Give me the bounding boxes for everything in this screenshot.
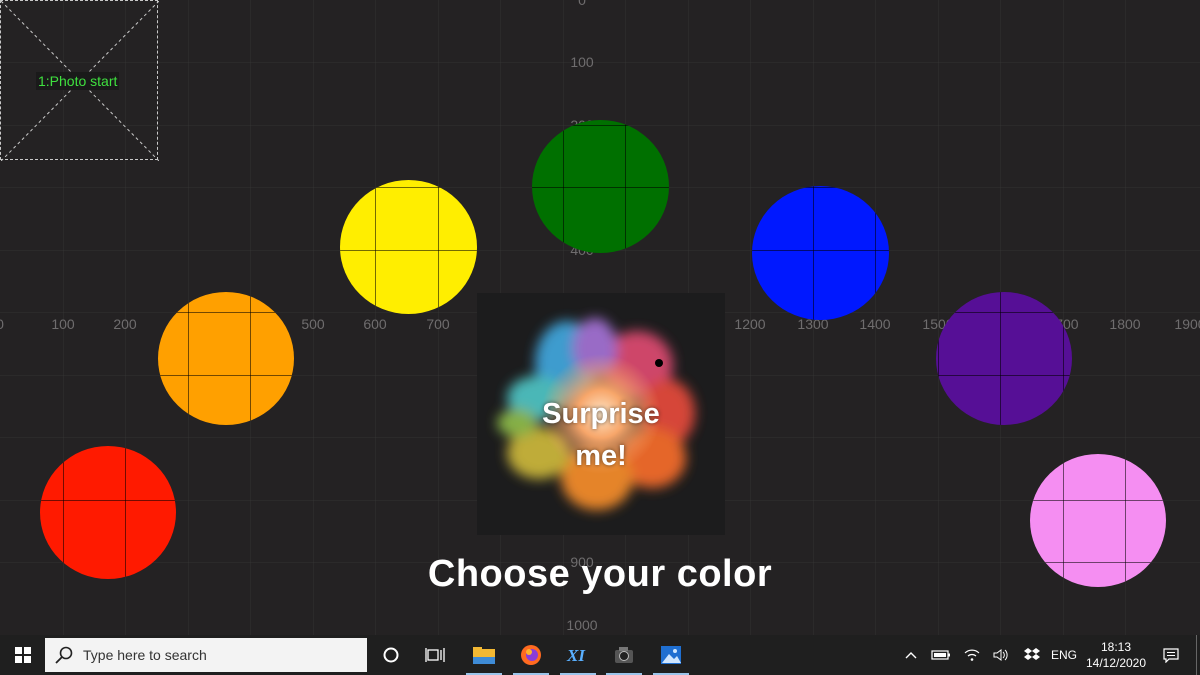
ruler-x-label: 500 <box>301 316 325 332</box>
ruler-x-label: 1200 <box>734 316 766 332</box>
chevron-up-icon <box>905 652 917 659</box>
wifi-icon <box>964 649 980 661</box>
speaker-icon <box>993 649 1008 661</box>
volume-button[interactable] <box>989 635 1013 675</box>
taskbar-app-xi[interactable]: XI <box>554 635 602 675</box>
start-button[interactable] <box>0 635 45 675</box>
windows-logo-icon <box>14 647 31 663</box>
taskbar-app-photos[interactable] <box>647 635 695 675</box>
photos-icon <box>661 646 681 664</box>
clock-date: 14/12/2020 <box>1085 656 1147 670</box>
taskbar-app-file-explorer[interactable] <box>460 635 508 675</box>
ruler-x-label: 0 <box>0 316 4 332</box>
color-circle-blue[interactable] <box>752 186 889 320</box>
cortana-icon <box>383 647 399 663</box>
canvas: 0 100 200 300 400 500 600 700 800 900 10… <box>0 0 1200 635</box>
ruler-y-label: 1000 <box>566 617 598 633</box>
svg-text:XI: XI <box>566 646 586 665</box>
cortana-button[interactable] <box>367 635 415 675</box>
taskbar-app-camera[interactable] <box>600 635 648 675</box>
ruler-x-label: 1800 <box>1109 316 1141 332</box>
battery-icon <box>931 650 950 660</box>
ruler-x-label: 700 <box>426 316 450 332</box>
ruler-x-label: 100 <box>51 316 75 332</box>
surprise-line-1: Surprise <box>542 398 660 430</box>
clock[interactable]: 18:13 14/12/2020 <box>1080 635 1152 675</box>
surprise-me-button[interactable]: Surprise me! <box>477 293 725 535</box>
taskbar-search-box[interactable] <box>45 638 367 672</box>
ruler-x-label: 200 <box>113 316 137 332</box>
surprise-line-2: me! <box>575 440 627 472</box>
dropbox-button[interactable] <box>1020 635 1044 675</box>
show-hidden-icons-button[interactable] <box>900 635 922 675</box>
task-view-button[interactable] <box>411 635 459 675</box>
taskbar-app-firefox[interactable] <box>507 635 555 675</box>
firefox-icon <box>521 645 541 665</box>
color-circle-orange[interactable] <box>158 292 294 425</box>
action-center-button[interactable] <box>1158 635 1184 675</box>
grid-line <box>0 62 1200 63</box>
page-title: Choose your color <box>427 553 773 595</box>
surprise-me-label: Surprise me! <box>477 393 725 477</box>
search-input[interactable] <box>81 646 345 664</box>
notification-icon <box>1163 648 1179 663</box>
file-explorer-icon <box>473 647 495 664</box>
ruler-y-label: 100 <box>570 54 594 70</box>
dropbox-icon <box>1024 648 1040 660</box>
battery-button[interactable] <box>929 635 953 675</box>
placeholder-label: 1:Photo start <box>36 72 120 90</box>
color-circle-yellow[interactable] <box>340 180 477 314</box>
search-icon <box>55 646 73 664</box>
app-xi-icon: XI <box>566 646 586 665</box>
input-language-button[interactable]: ENG <box>1049 635 1079 675</box>
ruler-x-label: 1900 <box>1174 316 1200 332</box>
show-desktop-button[interactable] <box>1196 635 1197 675</box>
photo-placeholder[interactable]: 1:Photo start <box>0 0 159 161</box>
color-circle-green[interactable] <box>532 120 669 253</box>
color-circle-purple[interactable] <box>936 292 1072 425</box>
clock-time: 18:13 <box>1100 640 1132 654</box>
taskbar: XI ENG 18:13 14/12/2020 <box>0 635 1200 675</box>
task-view-icon <box>425 648 445 662</box>
ruler-x-label: 600 <box>363 316 387 332</box>
wifi-button[interactable] <box>960 635 984 675</box>
ruler-y-label: 0 <box>578 0 586 8</box>
camera-app-icon <box>615 647 633 663</box>
